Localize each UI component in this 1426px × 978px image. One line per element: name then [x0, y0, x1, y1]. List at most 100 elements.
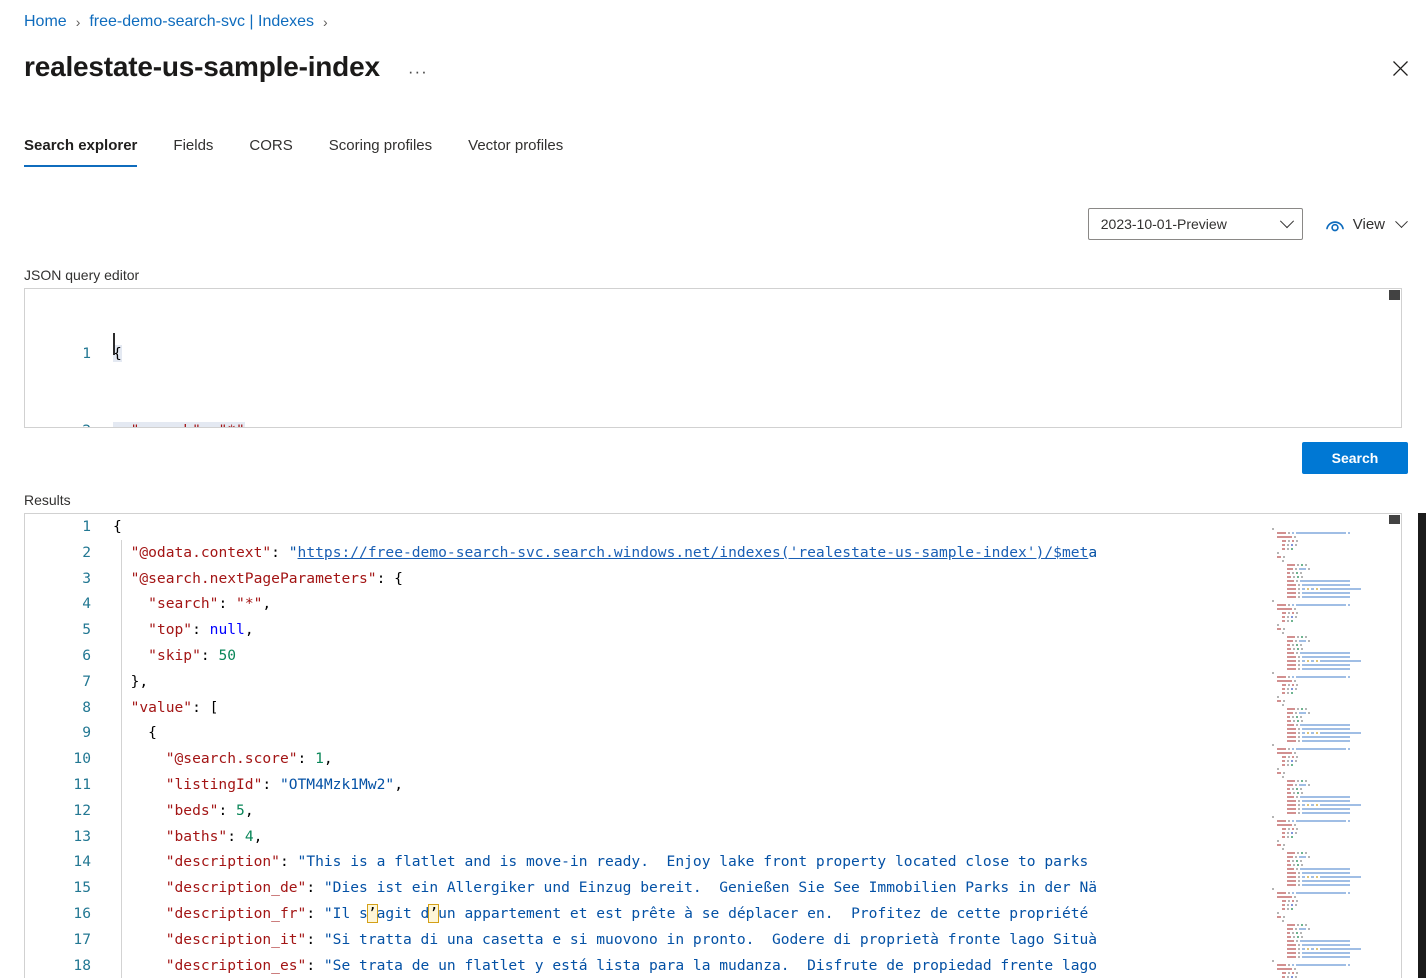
minimap-token — [1288, 972, 1290, 974]
minimap-token — [1287, 584, 1296, 586]
minimap-token — [1282, 684, 1286, 686]
minimap-token — [1277, 840, 1279, 842]
json-token-null: null — [209, 621, 245, 639]
json-token-punc: : — [306, 904, 324, 922]
json-token-key: "description_fr" — [165, 904, 307, 922]
minimap-token — [1291, 832, 1293, 834]
minimap-token — [1297, 864, 1299, 866]
api-version-select[interactable]: 2023-10-01-Preview — [1087, 208, 1303, 240]
breadcrumb-item-home[interactable]: Home — [24, 11, 67, 33]
minimap-token — [1287, 852, 1295, 854]
minimap-token — [1272, 672, 1274, 674]
minimap-token — [1287, 712, 1293, 714]
query-scroll-thumb[interactable] — [1389, 290, 1400, 300]
minimap-token — [1296, 572, 1298, 574]
minimap-token — [1287, 648, 1291, 650]
minimap-token — [1296, 932, 1298, 934]
minimap-token — [1291, 544, 1293, 546]
minimap-token — [1287, 664, 1296, 666]
tab-vector-profiles[interactable]: Vector profiles — [450, 136, 581, 167]
minimap-token — [1302, 880, 1350, 882]
minimap-token — [1311, 876, 1314, 878]
query-code-area[interactable]: 1 2 3 { ··"search":·"*" } — [25, 289, 1401, 427]
json-token-url[interactable]: https://free-demo-search-svc.search.wind… — [298, 544, 1089, 561]
query-gutter: 1 2 3 — [25, 289, 113, 427]
tab-search-explorer[interactable]: Search explorer — [24, 136, 155, 167]
results-line-number: 2 — [82, 543, 91, 561]
minimap-token — [1288, 756, 1290, 758]
minimap-token — [1282, 920, 1284, 922]
minimap-token — [1307, 804, 1309, 806]
results-line: "beds": 5, — [113, 798, 1401, 824]
close-button[interactable] — [1382, 50, 1418, 86]
results-indent — [113, 673, 131, 690]
json-query-editor[interactable]: 1 2 3 { ··"search":·"*" } — [24, 288, 1402, 428]
view-chevron-down-icon — [1395, 214, 1408, 228]
minimap-token — [1287, 928, 1293, 930]
minimap-token — [1348, 604, 1350, 606]
results-scroll-thumb[interactable] — [1389, 515, 1400, 524]
results-gutter: 1 2 3 4 5 6 7 8 9 10 11 12 13 14 15 16 17 18 — [25, 514, 113, 978]
json-token-str: "Il s — [323, 904, 368, 922]
minimap-token — [1287, 904, 1289, 906]
results-vertical-scrollbar[interactable] — [1387, 514, 1401, 978]
minimap-token — [1301, 648, 1303, 650]
minimap-token — [1283, 844, 1285, 846]
minimap-token — [1283, 628, 1285, 630]
json-token-key: "description" — [165, 853, 280, 871]
tab-cors[interactable]: CORS — [231, 136, 310, 167]
minimap-token — [1296, 724, 1298, 726]
results-code-area[interactable]: 1 2 3 4 5 6 7 8 9 10 11 12 13 14 15 16 17 18 { "@odata.co… — [25, 514, 1401, 978]
code-minimap[interactable] — [1267, 514, 1387, 978]
results-code-lines[interactable]: { "@odata.context": "https://free-demo-s… — [113, 514, 1401, 978]
minimap-token — [1298, 944, 1300, 946]
results-editor[interactable]: 1 2 3 4 5 6 7 8 9 10 11 12 13 14 15 16 17 18 { "@odata.co… — [24, 513, 1402, 978]
json-token-key: "@search.score" — [165, 750, 298, 768]
minimap-token — [1291, 692, 1293, 694]
minimap-token — [1301, 852, 1303, 854]
minimap-token — [1287, 548, 1289, 550]
minimap-token — [1301, 924, 1303, 926]
minimap-token — [1298, 592, 1300, 594]
breadcrumb-separator-icon: › — [75, 14, 81, 30]
minimap-token — [1305, 636, 1307, 638]
minimap-token — [1301, 864, 1303, 866]
minimap-token — [1300, 652, 1350, 654]
minimap-token — [1277, 748, 1286, 750]
minimap-token — [1287, 792, 1291, 794]
minimap-token — [1288, 604, 1290, 606]
results-line-number: 13 — [73, 827, 91, 845]
more-options-icon[interactable]: ··· — [402, 63, 434, 81]
results-line: "description_it": "Si tratta di una case… — [113, 927, 1401, 953]
minimap-token — [1298, 584, 1300, 586]
minimap-token — [1300, 860, 1302, 862]
minimap-token — [1277, 532, 1286, 534]
minimap-token — [1283, 556, 1285, 558]
results-indent — [113, 931, 166, 948]
minimap-token — [1282, 832, 1285, 834]
results-indent — [113, 802, 166, 819]
minimap-row — [1267, 974, 1387, 978]
results-indent — [113, 776, 166, 793]
minimap-token — [1299, 784, 1306, 786]
page-vertical-scrollbar[interactable] — [1418, 513, 1426, 978]
results-indent — [113, 750, 166, 767]
minimap-token — [1297, 564, 1299, 566]
minimap-token — [1302, 584, 1350, 586]
json-token-str: "Se trata de un flatlet y está lista par… — [323, 956, 1098, 974]
query-vertical-scrollbar[interactable] — [1387, 289, 1401, 427]
minimap-token — [1298, 880, 1300, 882]
query-code-lines[interactable]: { ··"search":·"*" } — [113, 289, 1401, 427]
breadcrumb-item-service-indexes[interactable]: free-demo-search-svc | Indexes — [89, 11, 314, 33]
minimap-token — [1287, 720, 1291, 722]
tab-fields[interactable]: Fields — [155, 136, 231, 167]
results-line-number: 4 — [82, 595, 91, 613]
minimap-token — [1282, 560, 1284, 562]
tab-scoring-profiles[interactable]: Scoring profiles — [311, 136, 450, 167]
minimap-token — [1287, 576, 1291, 578]
view-button[interactable]: View — [1323, 212, 1408, 237]
minimap-token — [1297, 780, 1299, 782]
minimap-token — [1287, 724, 1294, 726]
minimap-token — [1296, 964, 1346, 966]
search-button[interactable]: Search — [1302, 442, 1408, 474]
